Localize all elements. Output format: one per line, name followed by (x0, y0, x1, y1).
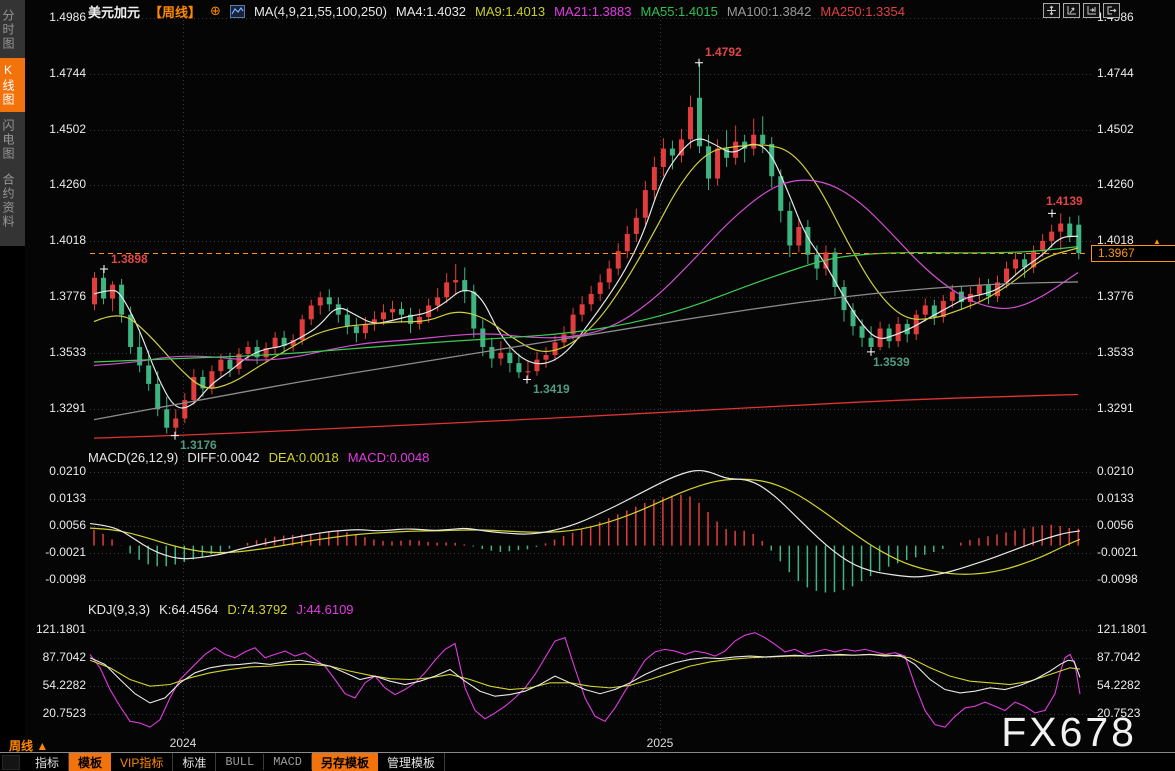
axis-label: 1.3776 (1097, 289, 1134, 303)
ma-value: MA21:1.3883 (554, 4, 631, 19)
tab-4[interactable]: BULL (216, 754, 264, 770)
period-dropdown-arrow-icon: ▲ (36, 739, 48, 753)
zoom-y-axis-icon[interactable] (1063, 3, 1080, 18)
zoom-x-axis-icon[interactable] (1083, 3, 1100, 18)
sidebar-item-0[interactable]: 分时图 (0, 4, 25, 56)
axis-label: 1.3533 (1097, 345, 1134, 359)
axis-label: 1.4744 (1097, 66, 1134, 80)
ma-value: MA55:1.4015 (640, 4, 717, 19)
year-label: 2024 (170, 736, 197, 750)
left-sidebar: 分时图K线图闪电图合约资料 (0, 0, 25, 771)
kdj-panel-header: KDJ(9,3,3) K:64.4564 D:74.3792 J:44.6109 (88, 602, 354, 617)
period-label: 周线 (9, 739, 33, 753)
axis-label: 121.1801 (26, 622, 86, 636)
toolbar-corner-button[interactable] (2, 755, 20, 770)
chart-canvas[interactable] (0, 0, 1175, 771)
axis-label: 0.0210 (26, 464, 86, 478)
sidebar-item-2[interactable]: 闪电图 (0, 114, 25, 166)
tab-5[interactable]: MACD (264, 754, 312, 770)
axis-label: 1.3776 (26, 289, 86, 303)
axis-label: 1.3533 (26, 345, 86, 359)
kdj-title: KDJ(9,3,3) (88, 602, 150, 617)
axis-label: 0.0210 (1097, 464, 1134, 478)
ma-value: MA100:1.3842 (727, 4, 812, 19)
ma-values: MA4:1.4032 MA9:1.4013 MA21:1.3883 MA55:1.40… (396, 4, 905, 19)
axis-label: 0.0056 (26, 518, 86, 532)
axis-label: 87.7042 (26, 650, 86, 664)
tab-0[interactable]: 指标 (26, 753, 69, 771)
macd-title: MACD(26,12,9) (88, 450, 178, 465)
sidebar-item-1[interactable]: K线图 (0, 58, 25, 112)
window-toolbar (1043, 3, 1120, 18)
kdj-j-value: J:44.6109 (296, 602, 353, 617)
macd-macd-value: MACD:0.0048 (348, 450, 430, 465)
axis-label: 0.0056 (1097, 518, 1134, 532)
kdj-k-value: K:64.4564 (159, 602, 218, 617)
axis-label: 1.4260 (1097, 177, 1134, 191)
chart-header: 美元加元 【周线】 ⊕ MA(4,9,21,55,100,250) MA4:1.… (88, 3, 905, 19)
price-annotation: 1.3539 (873, 355, 910, 369)
ma-value: MA250:1.3354 (820, 4, 905, 19)
tab-2[interactable]: VIP指标 (111, 753, 173, 771)
axis-label: 1.4986 (26, 10, 86, 24)
axis-label: 20.7523 (1097, 706, 1140, 720)
tab-7[interactable]: 管理模板 (378, 753, 445, 771)
price-annotation: 1.4139 (1046, 194, 1083, 208)
macd-dea-value: DEA:0.0018 (269, 450, 339, 465)
tab-6[interactable]: 另存模板 (312, 753, 378, 771)
sidebar-item-3[interactable]: 合约资料 (0, 168, 25, 234)
axis-label: -0.0098 (26, 572, 86, 586)
macd-diff-value: DIFF:0.0042 (187, 450, 259, 465)
ma-indicator-icon[interactable] (230, 5, 245, 18)
period-tag: 【周线】 (149, 2, 201, 21)
add-indicator-icon[interactable]: ⊕ (210, 3, 221, 19)
axis-label: 1.3291 (1097, 401, 1134, 415)
axis-label: 1.4744 (26, 66, 86, 80)
axis-label: 87.7042 (1097, 650, 1140, 664)
ma-value: MA4:1.4032 (396, 4, 466, 19)
ma-group-label: MA(4,9,21,55,100,250) (254, 4, 387, 19)
tab-3[interactable]: 标准 (173, 753, 216, 771)
year-label: 2025 (647, 736, 674, 750)
axis-label: 20.7523 (26, 706, 86, 720)
price-annotation: 1.3419 (533, 382, 570, 396)
axis-label: 54.2282 (1097, 678, 1140, 692)
price-annotation: 1.3898 (111, 252, 148, 266)
chart-app: 分时图K线图闪电图合约资料 美元加元 【周线】 ⊕ MA(4,9,21,55,1… (0, 0, 1175, 771)
macd-panel-header: MACD(26,12,9) DIFF:0.0042 DEA:0.0018 MAC… (88, 450, 429, 465)
price-annotation: 1.4792 (705, 45, 742, 59)
price-up-arrow-icon: ▲ (1153, 237, 1161, 246)
current-price-tag: 1.3967 (1091, 245, 1175, 262)
symbol-title: 美元加元 (88, 2, 140, 21)
axis-label: 121.1801 (1097, 622, 1147, 636)
axis-label: 1.4502 (1097, 122, 1134, 136)
tab-1[interactable]: 模板 (69, 753, 111, 771)
axis-label: -0.0098 (1097, 572, 1138, 586)
axis-label: 1.4018 (26, 233, 86, 247)
sidebar-strip: 分时图K线图闪电图合约资料 (0, 0, 25, 246)
axis-label: 0.0133 (26, 491, 86, 505)
kdj-d-value: D:74.3792 (227, 602, 287, 617)
move-tool-icon[interactable] (1043, 3, 1060, 18)
popout-icon[interactable] (1103, 3, 1120, 18)
axis-label: -0.0021 (26, 545, 86, 559)
bottom-toolbar: 指标模板VIP指标标准BULLMACD另存模板管理模板 (0, 752, 1175, 771)
ma-value: MA9:1.4013 (475, 4, 545, 19)
axis-label: 54.2282 (26, 678, 86, 692)
axis-label: 1.4260 (26, 177, 86, 191)
axis-label: 1.4502 (26, 122, 86, 136)
axis-label: 0.0133 (1097, 491, 1134, 505)
axis-label: -0.0021 (1097, 545, 1138, 559)
axis-label: 1.3291 (26, 401, 86, 415)
